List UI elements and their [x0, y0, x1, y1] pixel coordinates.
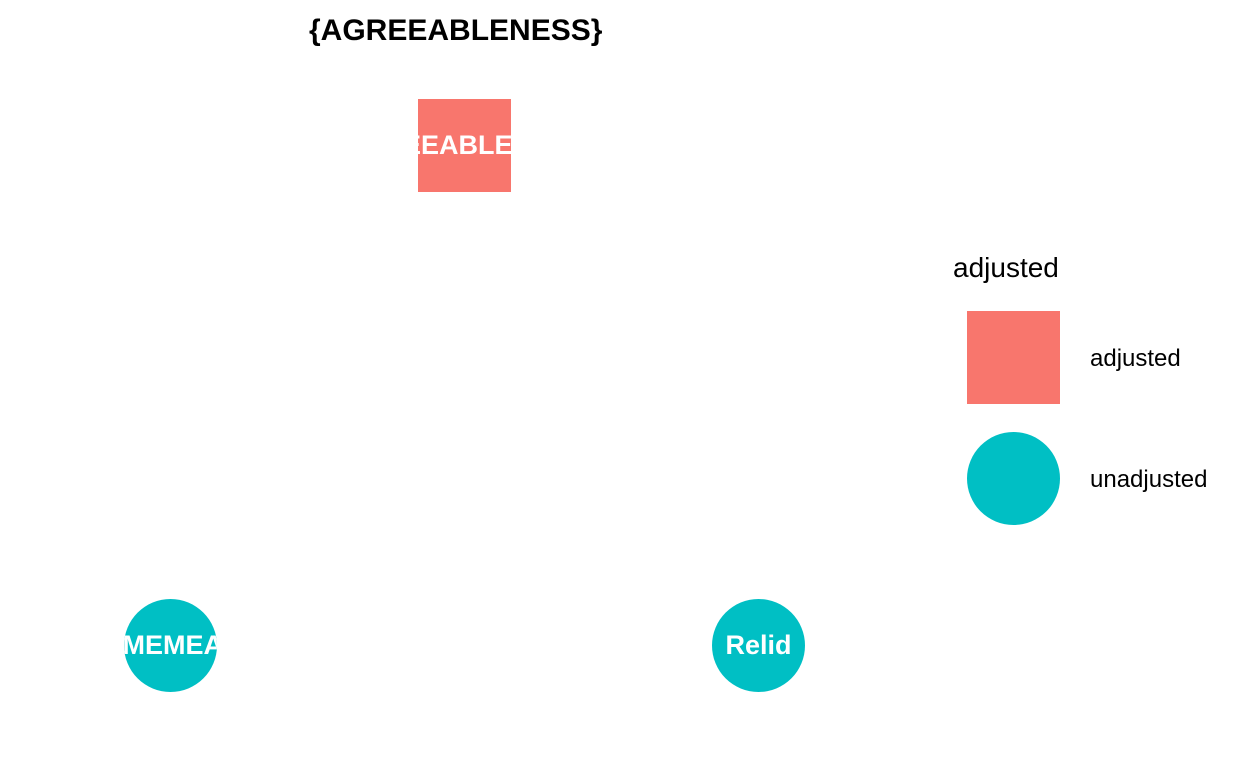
legend-key-square [967, 311, 1060, 404]
node-label: TIMEMEAN [124, 630, 217, 660]
plot-title: {AGREEABLENESS} [309, 14, 603, 47]
legend-label-unadjusted: unadjusted [1090, 466, 1208, 493]
node-label: Relid [725, 630, 792, 660]
dag-plot: {AGREEABLENESS} AGREEABLENESS TIMEMEAN R… [0, 0, 1248, 768]
node-timemean: TIMEMEAN [124, 599, 217, 692]
node-agreeableness: AGREEABLENESS [418, 99, 511, 192]
node-relid: Relid [712, 599, 805, 692]
legend-label-adjusted: adjusted [1090, 345, 1181, 372]
legend-title: adjusted [953, 252, 1059, 283]
legend-key-circle [967, 432, 1060, 525]
node-label: AGREEABLENESS [418, 130, 511, 160]
